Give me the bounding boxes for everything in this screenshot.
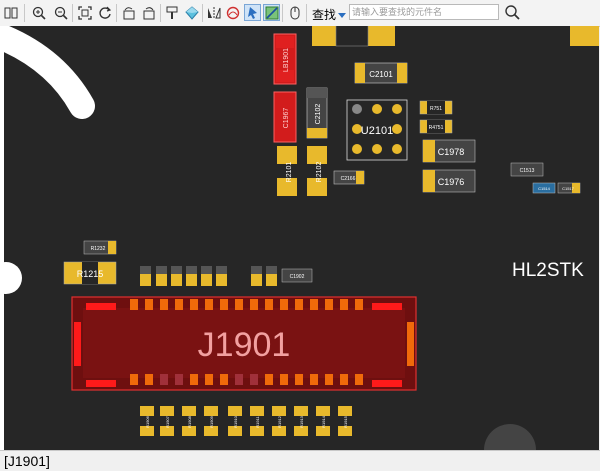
bottom-resistor-label: R1911: [255, 415, 260, 427]
svg-text:C1513: C1513: [520, 168, 535, 174]
part-c1513: C1513: [510, 162, 544, 177]
svg-text:C1517: C1517: [562, 186, 575, 191]
net-highlight-icon[interactable]: [224, 4, 241, 21]
bottom-resistor: R1909: [204, 406, 218, 436]
bottom-resistor: R1907: [160, 406, 174, 436]
part-c1902: C1902: [281, 268, 313, 283]
svg-text:R4751: R4751: [429, 125, 444, 131]
bottom-resistor: R1913: [294, 406, 308, 436]
silkscreen-text: HL2STK: [512, 260, 584, 281]
bottom-resistor: R1915: [338, 406, 352, 436]
part-r4751b: R4751: [419, 119, 453, 134]
part-c1967: C1967: [273, 91, 297, 143]
status-selected: [J1901]: [4, 453, 50, 469]
svg-text:R1215: R1215: [77, 269, 104, 279]
pcb-board[interactable]: LB1901 C1967 C2101 C2102 U2101 R2101 R21…: [4, 26, 599, 450]
bottom-resistor-label: R1914: [321, 415, 326, 428]
part-r2102: R2102: [307, 146, 327, 196]
part-lb1901: LB1901: [273, 33, 297, 85]
rotate-right-icon[interactable]: [140, 4, 157, 21]
bottom-resistor: R1906: [140, 406, 154, 436]
small-caps-row: [140, 266, 277, 286]
bottom-resistor: R1912: [272, 406, 286, 436]
part-r2101: R2101: [277, 146, 297, 196]
split-view-icon[interactable]: [2, 4, 19, 21]
statusbar: [J1901]: [0, 450, 600, 471]
svg-text:C2101: C2101: [369, 70, 393, 79]
toolbar: 查找 请输入要查找的元件名: [0, 0, 600, 27]
bottom-resistor-label: R1912: [277, 415, 282, 428]
part-c2102: C2102: [306, 87, 328, 139]
part-c1514: C1514: [532, 182, 556, 194]
bottom-resistor-label: R1907: [165, 415, 170, 428]
part-r1232: R1232: [83, 240, 117, 255]
pcb-canvas[interactable]: LB1901 C1967 C2101 C2102 U2101 R2101 R21…: [4, 26, 599, 450]
mirror-icon[interactable]: [205, 4, 222, 21]
bottom-resistor-label: R1908: [187, 415, 192, 428]
bottom-resistor: R1914: [316, 406, 330, 436]
part-c1976: C1976: [422, 169, 476, 193]
part-r4751a: R751: [419, 100, 453, 115]
svg-text:C2102: C2102: [315, 104, 322, 125]
select-pointer-icon[interactable]: [244, 4, 261, 21]
svg-text:U2101: U2101: [361, 125, 393, 137]
svg-text:C1514: C1514: [538, 186, 551, 191]
zoom-out-icon[interactable]: [52, 4, 69, 21]
search-input[interactable]: 请输入要查找的元件名: [349, 4, 499, 20]
zoom-in-icon[interactable]: [30, 4, 47, 21]
refresh-icon[interactable]: [96, 4, 113, 21]
layers-icon[interactable]: [183, 4, 200, 21]
svg-text:R2101: R2101: [286, 162, 293, 183]
svg-text:C1967: C1967: [283, 108, 290, 129]
part-c1517: C1517: [557, 182, 581, 194]
svg-text:R751: R751: [430, 106, 442, 112]
bottom-resistor: R1908: [182, 406, 196, 436]
svg-text:C2166: C2166: [341, 176, 356, 182]
magic-select-icon[interactable]: [263, 4, 280, 21]
bottom-resistor: R1911: [250, 406, 264, 436]
svg-text:R1232: R1232: [91, 246, 106, 252]
find-label: 查找: [312, 8, 337, 22]
bottom-resistor-label: R1915: [343, 415, 348, 428]
svg-text:C1976: C1976: [438, 177, 465, 187]
bottom-resistor-label: R1906: [145, 415, 150, 428]
connector-label: J1901: [198, 326, 291, 364]
svg-text:R2102: R2102: [316, 162, 323, 183]
part-r1215: R1215: [63, 261, 117, 285]
magnifier-icon[interactable]: [504, 4, 521, 21]
find-dropdown-icon[interactable]: [337, 7, 347, 18]
svg-text:C1978: C1978: [438, 147, 465, 157]
part-c2166: C2166: [333, 170, 365, 185]
part-c2101: C2101: [354, 62, 408, 84]
fit-view-icon[interactable]: [76, 4, 93, 21]
mouse-icon[interactable]: [286, 4, 303, 21]
part-u2101: U2101: [346, 99, 408, 161]
bottom-resistor-label: R1913: [299, 415, 304, 428]
part-j1901: J1901: [71, 296, 417, 391]
svg-text:C1902: C1902: [290, 274, 305, 280]
part-c1978: C1978: [422, 139, 476, 163]
bottom-resistor-label: R1909: [209, 415, 214, 428]
paint-icon[interactable]: [163, 4, 180, 21]
bottom-resistor: R1910: [228, 406, 242, 436]
rotate-left-icon[interactable]: [120, 4, 137, 21]
svg-text:LB1901: LB1901: [283, 48, 290, 72]
bottom-resistor-label: R1910: [233, 415, 238, 428]
